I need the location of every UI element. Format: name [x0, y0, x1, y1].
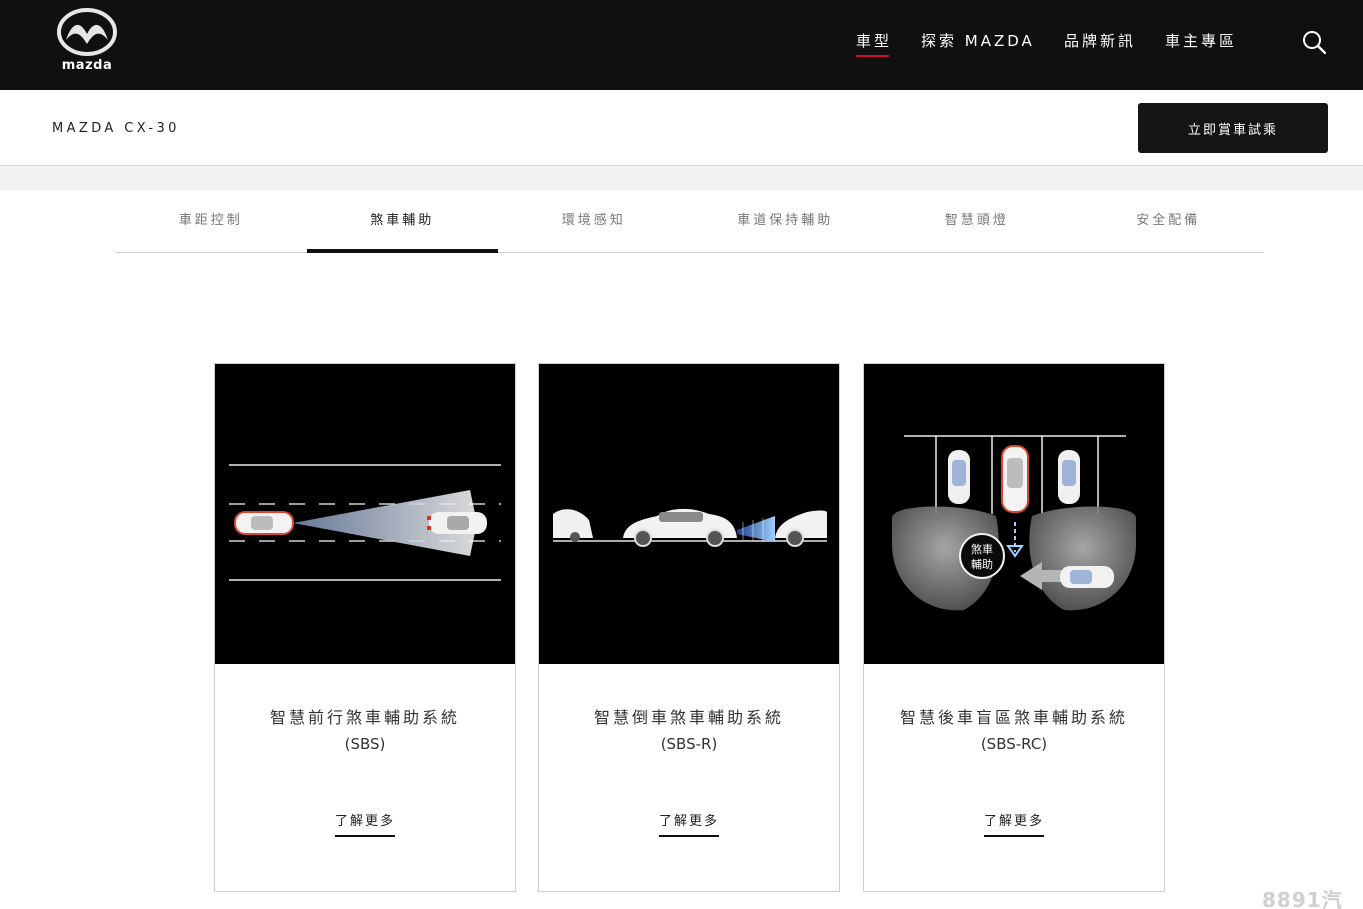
tab-brake-assist[interactable]: 煞車輔助 — [306, 190, 499, 253]
card-subtitle: (SBS-RC) — [980, 735, 1048, 753]
feature-card-sbs[interactable]: 智慧前行煞車輔助系統 (SBS) 了解更多 — [214, 363, 516, 892]
test-drive-button[interactable]: 立即賞車試乘 — [1138, 103, 1328, 153]
model-subheader: MAZDA CX-30 立即賞車試乘 — [0, 90, 1363, 166]
main-nav: 車型 探索 MAZDA 品牌新訊 車主專區 — [0, 30, 1363, 60]
nav-item-models[interactable]: 車型 — [856, 30, 892, 57]
learn-more-link[interactable]: 了解更多 — [658, 810, 720, 837]
tab-smart-headlights[interactable]: 智慧頭燈 — [881, 190, 1073, 252]
top-navigation-bar: mazda 車型 探索 MAZDA 品牌新訊 車主專區 — [0, 0, 1363, 90]
learn-more-link[interactable]: 了解更多 — [334, 810, 396, 837]
brake-assist-badge-line1: 煞車 — [971, 542, 993, 556]
card-subtitle: (SBS) — [344, 735, 386, 753]
sbs-rc-illustration: 煞車 輔助 — [864, 364, 1164, 664]
search-icon[interactable] — [1302, 30, 1326, 54]
card-subtitle: (SBS-R) — [660, 735, 718, 753]
brake-assist-badge-line2: 輔助 — [971, 557, 993, 571]
nav-item-explore-mazda[interactable]: 探索 MAZDA — [921, 30, 1035, 51]
mazda-wordmark: mazda — [61, 58, 113, 73]
tab-distance-control[interactable]: 車距控制 — [115, 190, 307, 252]
tab-safety-equipment[interactable]: 安全配備 — [1073, 190, 1265, 252]
feature-card-sbs-r[interactable]: 智慧倒車煞車輔助系統 (SBS-R) 了解更多 — [538, 363, 840, 892]
nav-item-brand-news[interactable]: 品牌新訊 — [1064, 30, 1136, 51]
card-title: 智慧倒車煞車輔助系統 — [593, 708, 784, 727]
feature-tabs: 車距控制 煞車輔助 環境感知 車道保持輔助 智慧頭燈 安全配備 — [115, 190, 1264, 253]
nav-item-owners[interactable]: 車主專區 — [1165, 30, 1237, 51]
card-title: 智慧後車盲區煞車輔助系統 — [899, 708, 1128, 727]
section-divider-band — [0, 166, 1363, 190]
learn-more-link[interactable]: 了解更多 — [983, 810, 1045, 837]
sbs-r-illustration — [539, 364, 839, 664]
sbs-illustration — [215, 364, 515, 664]
tab-lane-keep-assist[interactable]: 車道保持輔助 — [690, 190, 882, 252]
card-title: 智慧前行煞車輔助系統 — [269, 708, 460, 727]
model-name: MAZDA CX-30 — [52, 121, 180, 136]
feature-card-sbs-rc[interactable]: 煞車 輔助 智慧後車盲區煞車輔助系統 (SBS-RC) 了解更多 — [863, 363, 1165, 892]
tab-environment-sensing[interactable]: 環境感知 — [498, 190, 690, 252]
watermark: 8891汽車 — [1262, 888, 1343, 909]
